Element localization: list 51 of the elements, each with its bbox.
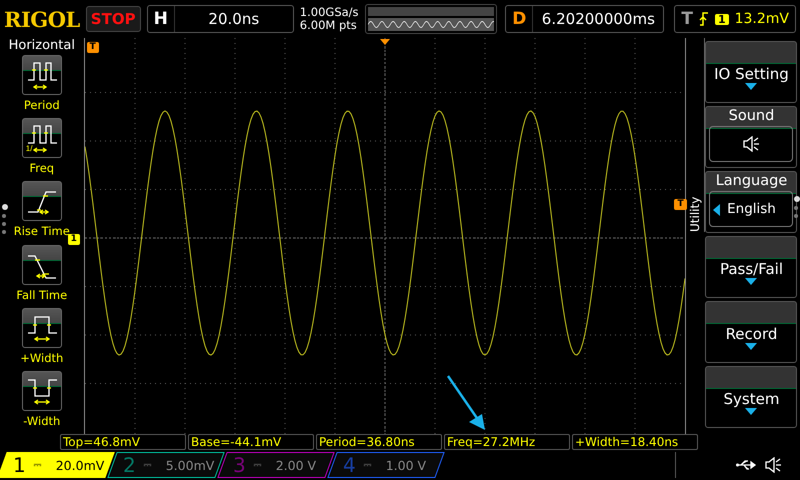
measure-button[interactable] — [22, 370, 62, 411]
measurement-readout: Base=-44.1mV — [188, 434, 314, 450]
channel-tab[interactable]: 3 ⎓ 2.00 V — [217, 452, 335, 478]
trigger-source-badge: 1 — [714, 14, 729, 24]
logo: RIGOL — [4, 6, 80, 32]
measurement-readout: Freq=27.2MHz — [444, 434, 570, 450]
delay-field[interactable]: D 6.20200000ms — [505, 5, 664, 33]
measurement-readout: Period=36.80ns — [316, 434, 442, 450]
channel-offset-marker: 1 — [68, 234, 80, 245]
rising-edge-icon — [698, 12, 709, 26]
horizontal-scale-field[interactable]: H 20.0ns — [146, 5, 294, 33]
annotation-arrow — [446, 375, 485, 430]
channel-tab[interactable]: 1 ⎓ 20.0mV — [0, 452, 115, 478]
speaker-icon — [764, 457, 782, 473]
measurement-readout: Top=46.8mV — [60, 434, 186, 450]
trigger-level: 13.2mV — [734, 11, 789, 27]
left-arrow-icon — [713, 204, 720, 216]
channel-tab[interactable]: 4 ⎓ 1.00 V — [327, 452, 445, 478]
measure-button[interactable] — [22, 244, 62, 285]
measure-label: Fall Time — [16, 288, 68, 302]
menu-item[interactable]: Language English — [705, 171, 798, 233]
measure-button[interactable]: 1/ — [22, 118, 62, 158]
measure-button[interactable] — [22, 308, 62, 348]
menu-item[interactable]: Sound — [705, 106, 798, 168]
measure-label: Freq — [29, 161, 54, 176]
menu-item[interactable]: System — [705, 366, 798, 428]
measurement-readout: +Width=18.40ns — [572, 434, 698, 450]
measure-label: -Width — [23, 414, 60, 428]
measure-button[interactable] — [22, 55, 62, 95]
channel-tab[interactable]: 2 ⎓ 5.00mV — [107, 452, 225, 478]
usb-icon — [736, 459, 758, 471]
measure-label: Rise Time — [14, 224, 70, 238]
menu-item[interactable]: Pass/Fail — [705, 236, 798, 298]
trigger-position-marker: T — [86, 42, 99, 53]
measure-button[interactable] — [22, 181, 62, 222]
down-arrow-icon — [745, 83, 758, 90]
menu-title: Horizontal — [8, 38, 75, 53]
down-arrow-icon — [745, 278, 758, 285]
memory-depth: 6.00M pts — [300, 19, 358, 32]
trigger-level-marker: T — [674, 199, 687, 210]
menu-item[interactable]: IO Setting — [705, 41, 798, 103]
down-arrow-icon — [745, 408, 758, 415]
trigger-field[interactable]: T 1 13.2mV — [674, 5, 796, 33]
down-arrow-icon — [745, 343, 758, 350]
menu-item[interactable]: Record — [705, 301, 798, 363]
measure-label: Period — [24, 98, 60, 112]
speaker-icon — [742, 136, 760, 152]
trigger-position-icon — [380, 39, 390, 45]
run-state-indicator[interactable]: STOP — [86, 6, 141, 32]
sample-rate: 1.00GSa/s — [300, 6, 359, 19]
measure-label: +Width — [20, 350, 64, 365]
